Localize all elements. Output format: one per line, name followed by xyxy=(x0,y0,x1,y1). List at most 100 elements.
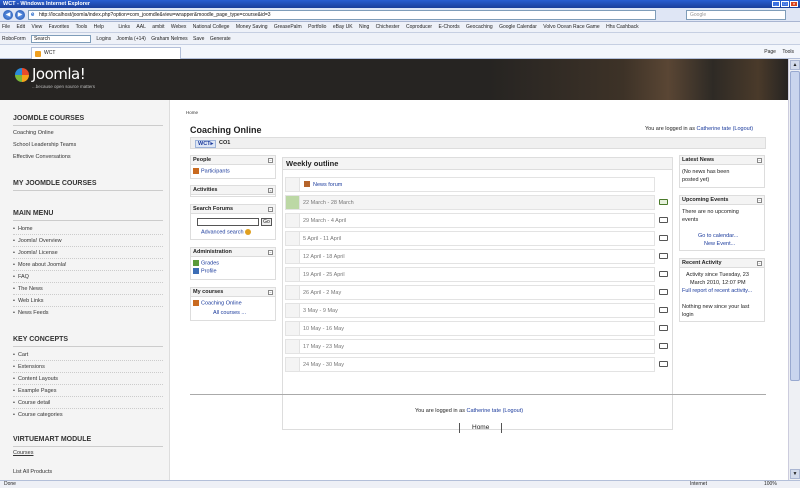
link-chichester[interactable]: Chichester xyxy=(376,24,400,30)
all-courses-link[interactable]: All courses ... xyxy=(213,310,246,316)
sidebar-item-joomla-overview[interactable]: Joomla! Overview xyxy=(13,238,62,244)
sidebar-item-home[interactable]: Home xyxy=(13,226,33,232)
sidebar-item-list-all-products[interactable]: List All Products xyxy=(13,469,52,475)
show-week-icon[interactable] xyxy=(659,199,668,205)
nav-wct-link[interactable]: WCT▸ xyxy=(195,140,217,148)
sidebar-item-course-detail[interactable]: Course detail xyxy=(13,400,50,406)
logins-button[interactable]: Logins xyxy=(96,36,111,42)
sidebar-item-example-pages[interactable]: Example Pages xyxy=(13,388,57,394)
menu-file[interactable]: File xyxy=(2,24,10,30)
sidebar-item-extensions[interactable]: Extensions xyxy=(13,364,45,370)
show-week-icon[interactable] xyxy=(659,343,668,349)
link-greasepalm[interactable]: GreasePalm xyxy=(274,24,302,30)
sidebar-item-news-feeds[interactable]: News Feeds xyxy=(13,310,49,316)
link-ning[interactable]: Ning xyxy=(359,24,369,30)
sidebar-item-joomla-license[interactable]: Joomla! License xyxy=(13,250,58,256)
sidebar-item-effective-conversations[interactable]: Effective Conversations xyxy=(13,154,71,160)
link-coproducer[interactable]: Coproducer xyxy=(406,24,432,30)
show-week-icon[interactable] xyxy=(659,307,668,313)
link-cashback[interactable]: Hhs Cashback xyxy=(606,24,639,30)
tools-menu[interactable]: Tools xyxy=(782,49,794,55)
link-aal[interactable]: AAL xyxy=(136,24,145,30)
link-echords[interactable]: E-Chords xyxy=(438,24,459,30)
menu-tools[interactable]: Tools xyxy=(76,24,88,30)
sidebar-item-cart[interactable]: Cart xyxy=(13,352,28,358)
collapse-icon[interactable]: − xyxy=(268,207,273,212)
sidebar-item-content-layouts[interactable]: Content Layouts xyxy=(13,376,58,382)
link-national-college[interactable]: National College xyxy=(193,24,230,30)
advanced-search-link[interactable]: Advanced search xyxy=(201,229,252,235)
show-week-icon[interactable] xyxy=(659,253,668,259)
show-week-icon[interactable] xyxy=(659,325,668,331)
menu-edit[interactable]: Edit xyxy=(16,24,25,30)
link-ambit[interactable]: ambit xyxy=(152,24,164,30)
maximize-icon[interactable]: □ xyxy=(781,1,789,7)
save-button[interactable]: Save xyxy=(193,36,204,42)
sidebar-item-course-categories[interactable]: Course categories xyxy=(13,412,63,418)
joomla-button[interactable]: Joomla (+14) xyxy=(117,36,146,42)
link-portfolio[interactable]: Portfolio xyxy=(308,24,326,30)
collapse-icon[interactable]: − xyxy=(268,158,273,163)
scroll-down-icon[interactable]: ▼ xyxy=(790,469,800,479)
my-course-coaching-online[interactable]: Coaching Online xyxy=(193,300,242,306)
help-icon[interactable] xyxy=(245,229,252,235)
forum-search-input[interactable] xyxy=(197,218,259,226)
link-money-saving[interactable]: Money Saving xyxy=(236,24,268,30)
scrollbar-thumb[interactable] xyxy=(790,71,800,381)
collapse-icon[interactable]: − xyxy=(268,290,273,295)
sidebar-item-coaching-online[interactable]: Coaching Online xyxy=(13,130,54,136)
show-week-icon[interactable] xyxy=(659,217,668,223)
show-week-icon[interactable] xyxy=(659,289,668,295)
page-scrollbar[interactable]: ▲ ▼ xyxy=(788,59,800,480)
graham-nelmes-button[interactable]: Graham Nelmes xyxy=(151,36,187,42)
link-webex[interactable]: Webex xyxy=(171,24,186,30)
collapse-icon[interactable]: − xyxy=(757,261,762,266)
link-geocaching[interactable]: Geocaching xyxy=(466,24,493,30)
close-icon[interactable]: × xyxy=(790,1,798,7)
collapse-icon[interactable]: × xyxy=(268,188,273,193)
sidebar-item-more-about-joomla[interactable]: More about Joomla! xyxy=(13,262,67,268)
menu-view[interactable]: View xyxy=(31,24,42,30)
menu-favorites[interactable]: Favorites xyxy=(49,24,70,30)
collapse-icon[interactable]: − xyxy=(757,198,762,203)
sidebar-item-web-links[interactable]: Web Links xyxy=(13,298,44,304)
profile-link[interactable]: Profile xyxy=(193,268,217,274)
show-week-icon[interactable] xyxy=(659,235,668,241)
sidebar-item-the-news[interactable]: The News xyxy=(13,286,43,292)
grades-link[interactable]: Grades xyxy=(193,260,219,266)
collapse-icon[interactable]: − xyxy=(757,158,762,163)
full-report-link[interactable]: Full report of recent activity... xyxy=(682,288,752,294)
user-link[interactable]: Catherine tate xyxy=(466,408,501,414)
sidebar-item-school-leadership[interactable]: School Leadership Teams xyxy=(13,142,76,148)
logout-link[interactable]: (Logout) xyxy=(733,126,754,132)
link-google-calendar[interactable]: Google Calendar xyxy=(499,24,537,30)
link-volvo[interactable]: Volvo Ocean Race Game xyxy=(543,24,599,30)
go-to-calendar-link[interactable]: Go to calendar... xyxy=(698,233,738,239)
breadcrumb[interactable]: Home xyxy=(186,110,198,115)
link-ebay[interactable]: eBay UK xyxy=(333,24,353,30)
tab-wct[interactable]: WCT xyxy=(31,47,181,59)
minimize-icon[interactable]: _ xyxy=(772,1,780,7)
roboform-search-input[interactable]: Search xyxy=(31,34,92,43)
forward-icon[interactable]: ▶ xyxy=(15,10,25,20)
scroll-up-icon[interactable]: ▲ xyxy=(790,60,800,70)
zoom-level[interactable]: 100% xyxy=(764,481,777,488)
generate-button[interactable]: Generate xyxy=(210,36,231,42)
forum-search-go-button[interactable]: Go xyxy=(261,218,272,226)
user-link[interactable]: Catherine tate xyxy=(696,126,731,132)
participants-link[interactable]: Participants xyxy=(193,168,230,174)
new-event-link[interactable]: New Event... xyxy=(704,241,735,247)
page-menu[interactable]: Page xyxy=(764,49,776,55)
home-link[interactable]: Home xyxy=(459,423,503,433)
logout-link[interactable]: (Logout) xyxy=(503,408,524,414)
search-input[interactable]: Google xyxy=(686,10,786,20)
roboform-button[interactable]: RoboForm xyxy=(2,36,26,42)
show-week-icon[interactable] xyxy=(659,361,668,367)
sidebar-item-faq[interactable]: FAQ xyxy=(13,274,29,280)
url-input[interactable]: http://localhost/joomla/index.php?option… xyxy=(28,10,656,20)
collapse-icon[interactable]: − xyxy=(268,250,273,255)
menu-help[interactable]: Help xyxy=(94,24,104,30)
back-icon[interactable]: ◀ xyxy=(3,10,13,20)
news-forum-link[interactable]: News forum xyxy=(313,182,342,188)
sidebar-item-courses[interactable]: Courses xyxy=(13,450,33,456)
